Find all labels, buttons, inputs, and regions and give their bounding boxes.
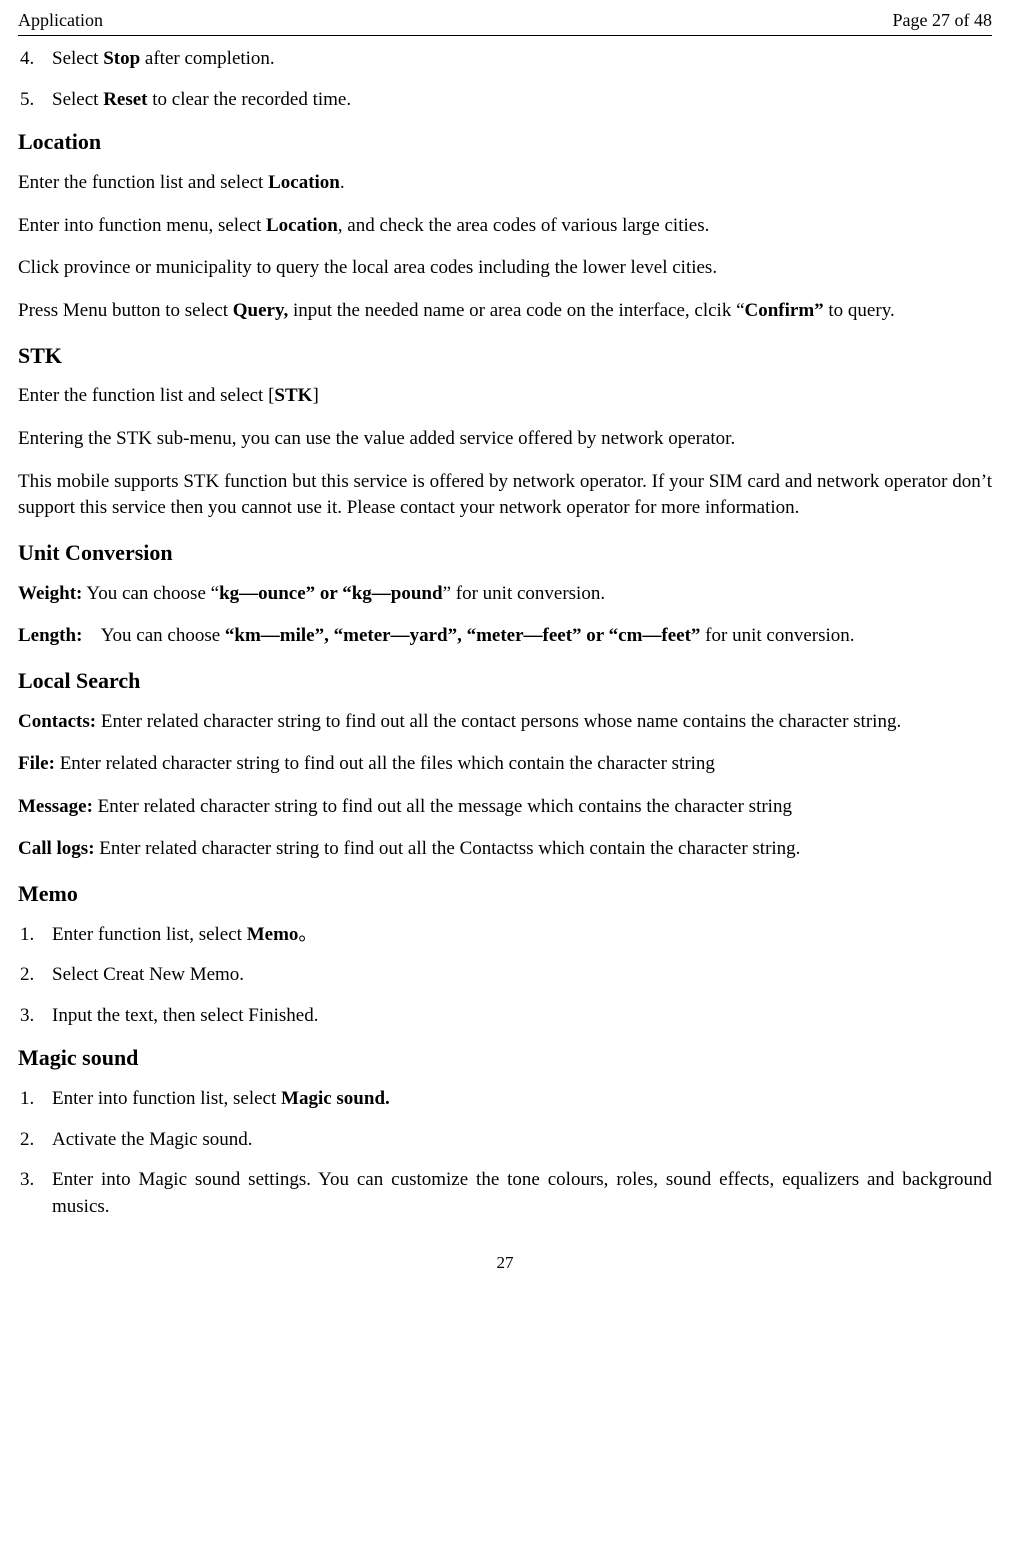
paragraph: File: Enter related character string to … [18,751,992,778]
list-number: 2. [18,962,52,989]
page-content: Application Page 27 of 48 4. Select Stop… [0,0,1010,1294]
text: You can choose [82,625,225,646]
bold-text: Magic sound. [281,1088,390,1109]
paragraph: Call logs: Enter related character strin… [18,836,992,863]
list-text: Input the text, then select Finished. [52,1003,992,1030]
text: Enter related character string to find o… [93,796,792,817]
paragraph: Length: You can choose “km—mile”, “meter… [18,623,992,650]
text: to clear the recorded time. [148,89,352,110]
page-header: Application Page 27 of 48 [18,8,992,36]
header-page-info: Page 27 of 48 [893,8,992,33]
label-call-logs: Call logs: [18,838,95,859]
paragraph: This mobile supports STK function but th… [18,469,992,522]
paragraph: Enter into function menu, select Locatio… [18,213,992,240]
list-number: 3. [18,1003,52,1030]
list-number: 2. [18,1127,52,1154]
text: ] [312,385,318,406]
heading-location: Location [18,127,992,158]
list-text: Select Reset to clear the recorded time. [52,87,992,114]
list-number: 1. [18,922,52,949]
text: 。 [298,924,317,945]
list-text: Enter function list, select Memo。 [52,922,992,949]
text: to query. [824,300,895,321]
bold-text: Query, [233,300,288,321]
paragraph: Entering the STK sub-menu, you can use t… [18,426,992,453]
text: Press Menu button to select [18,300,233,321]
text: Select [52,48,103,69]
paragraph: Enter the function list and select Locat… [18,170,992,197]
text: Enter the function list and select [ [18,385,274,406]
list-number: 3. [18,1167,52,1220]
text: input the needed name or area code on th… [288,300,744,321]
list-item: 3. Input the text, then select Finished. [18,1003,992,1030]
bold-text: Location [266,215,338,236]
text: Enter the function list and select [18,172,268,193]
text: for unit conversion. [700,625,854,646]
text: . [340,172,345,193]
text: You can choose “ [82,583,219,604]
bold-text: Memo [247,924,299,945]
text: Enter into function menu, select [18,215,266,236]
text: after completion. [140,48,275,69]
text: ” for unit conversion. [443,583,606,604]
bold-text: “km—mile”, “meter—yard”, “meter—feet” or… [225,625,701,646]
header-title: Application [18,8,103,33]
paragraph: Press Menu button to select Query, input… [18,298,992,325]
text: Enter related character string to find o… [55,753,715,774]
text: Enter related character string to find o… [95,838,801,859]
list-item: 4. Select Stop after completion. [18,46,992,73]
list-item: 2. Select Creat New Memo. [18,962,992,989]
label-file: File: [18,753,55,774]
label-contacts: Contacts: [18,711,96,732]
heading-stk: STK [18,341,992,372]
list-item: 1. Enter into function list, select Magi… [18,1086,992,1113]
list-item: 5. Select Reset to clear the recorded ti… [18,87,992,114]
bold-text: STK [274,385,312,406]
label-weight: Weight: [18,583,82,604]
heading-magic-sound: Magic sound [18,1043,992,1074]
list-number: 4. [18,46,52,73]
text: Enter related character string to find o… [96,711,901,732]
heading-memo: Memo [18,879,992,910]
list-number: 1. [18,1086,52,1113]
bold-text: Confirm” [745,300,824,321]
paragraph: Message: Enter related character string … [18,794,992,821]
heading-local-search: Local Search [18,666,992,697]
list-number: 5. [18,87,52,114]
paragraph: Click province or municipality to query … [18,255,992,282]
list-item: 3. Enter into Magic sound settings. You … [18,1167,992,1220]
paragraph: Weight: You can choose “kg—ounce” or “kg… [18,581,992,608]
bold-text: Stop [103,48,140,69]
text: , and check the area codes of various la… [338,215,710,236]
list-item: 2. Activate the Magic sound. [18,1127,992,1154]
paragraph: Enter the function list and select [STK] [18,383,992,410]
list-text: Enter into Magic sound settings. You can… [52,1167,992,1220]
list-text: Select Creat New Memo. [52,962,992,989]
paragraph: Contacts: Enter related character string… [18,709,992,736]
bold-text: kg—ounce” or “kg—pound [219,583,443,604]
bold-text: Location [268,172,340,193]
page-footer: 27 [18,1251,992,1275]
bold-text: Reset [103,89,147,110]
label-length: Length: [18,625,82,646]
list-text: Activate the Magic sound. [52,1127,992,1154]
list-item: 1. Enter function list, select Memo。 [18,922,992,949]
label-message: Message: [18,796,93,817]
heading-unit-conversion: Unit Conversion [18,538,992,569]
list-text: Select Stop after completion. [52,46,992,73]
text: Enter function list, select [52,924,247,945]
text: Enter into function list, select [52,1088,281,1109]
list-text: Enter into function list, select Magic s… [52,1086,992,1113]
text: Select [52,89,103,110]
